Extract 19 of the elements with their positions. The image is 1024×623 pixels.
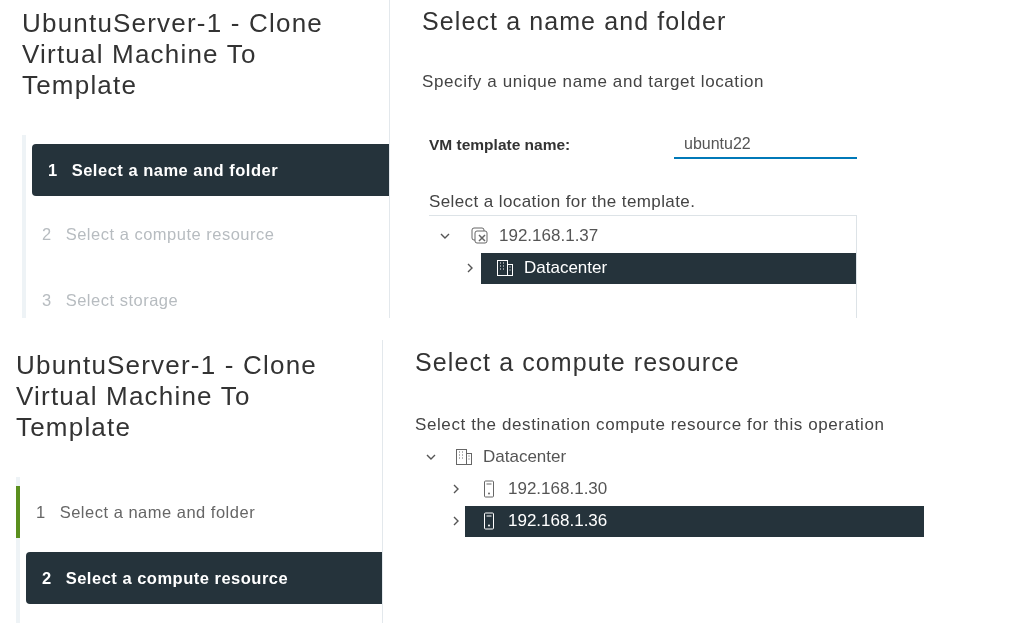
wizard-step[interactable]: 1 Select a name and folder bbox=[32, 144, 389, 196]
wizard-title: UbuntuServer-1 - Clone Virtual Machine To Template bbox=[16, 350, 318, 443]
page-subtitle: Select the destination compute resource for this operation bbox=[415, 415, 886, 435]
location-label: Select a location for the template. bbox=[429, 192, 697, 212]
page-heading: Select a name and folder bbox=[422, 7, 728, 36]
tree-item[interactable]: 192.168.1.30 bbox=[480, 473, 924, 505]
server-cluster-icon bbox=[471, 227, 489, 245]
page-heading: Select a compute resource bbox=[415, 348, 741, 377]
page-subtitle: Specify a unique name and target location bbox=[422, 72, 766, 92]
wizard-step[interactable]: 1 Select a name and folder bbox=[16, 486, 382, 538]
building-icon bbox=[496, 259, 514, 277]
building-icon bbox=[455, 448, 473, 466]
tree-item[interactable]: 192.168.1.36 bbox=[465, 505, 924, 537]
wizard-title: UbuntuServer-1 - Clone Virtual Machine To Template bbox=[22, 8, 324, 101]
wizard-step[interactable]: 2 Select a compute resource bbox=[26, 552, 382, 604]
tree-item[interactable]: Datacenter bbox=[455, 441, 924, 473]
field-label: VM template name: bbox=[429, 136, 572, 154]
tree-item[interactable]: 192.168.1.37 bbox=[471, 220, 856, 252]
tree-item[interactable]: Datacenter bbox=[481, 252, 856, 284]
